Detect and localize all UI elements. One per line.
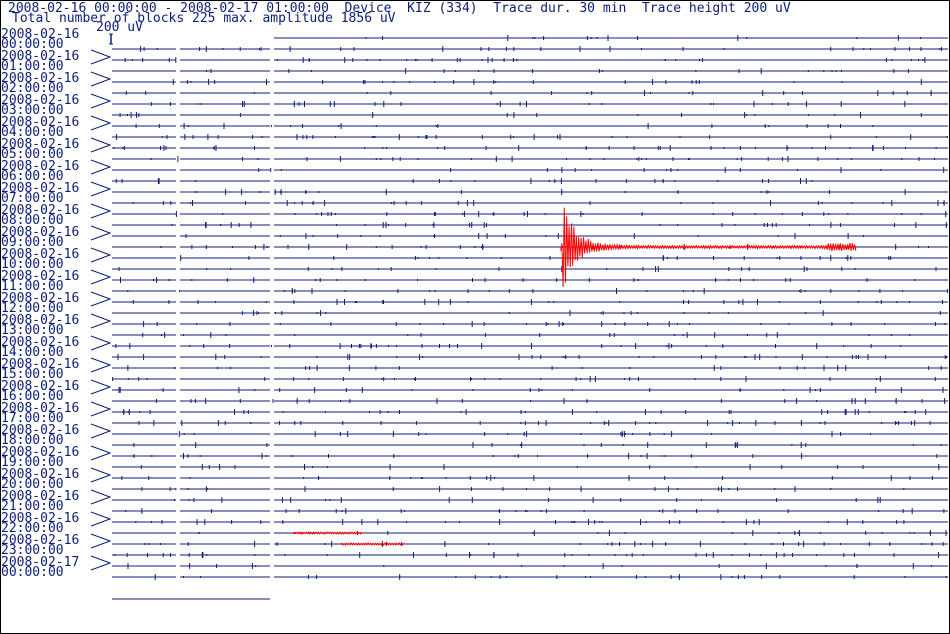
seismogram-plot: 2008-02-1600:00:002008-02-1601:00:002008… [1, 27, 949, 600]
hour-labels: 2008-02-1600:00:002008-02-1601:00:002008… [1, 27, 113, 580]
hour-marker-chevron [90, 49, 112, 65]
hour-marker-chevron [90, 401, 112, 417]
hour-marker-chevron [90, 137, 112, 153]
hour-marker-chevron [90, 159, 112, 175]
hour-marker-chevron [90, 467, 112, 483]
hour-marker-chevron [90, 511, 112, 527]
hour-marker-chevron [90, 489, 112, 505]
hour-marker-chevron [90, 379, 112, 395]
hour-marker-chevron [90, 335, 112, 351]
hour-marker-chevron [90, 225, 112, 241]
hour-marker-chevron [90, 533, 112, 549]
trace-lines [112, 35, 949, 600]
hour-marker-chevron [90, 115, 112, 131]
hour-marker-chevron [90, 423, 112, 439]
event-waveform [340, 542, 405, 546]
hour-marker-chevron [90, 93, 112, 109]
hour-marker-chevron [90, 181, 112, 197]
hour-marker-chevron [90, 313, 112, 329]
hour-label-time: 00:00:00 [1, 565, 64, 580]
hour-marker-chevron [90, 269, 112, 285]
event-trace [340, 542, 405, 546]
hour-marker-chevron [90, 357, 112, 373]
hour-marker-chevron [90, 247, 112, 263]
hour-marker-chevron [90, 291, 112, 307]
hour-marker-chevron [90, 203, 112, 219]
hour-marker-chevron [90, 555, 112, 571]
hour-marker-chevron [90, 445, 112, 461]
hour-marker-chevron [90, 71, 112, 87]
